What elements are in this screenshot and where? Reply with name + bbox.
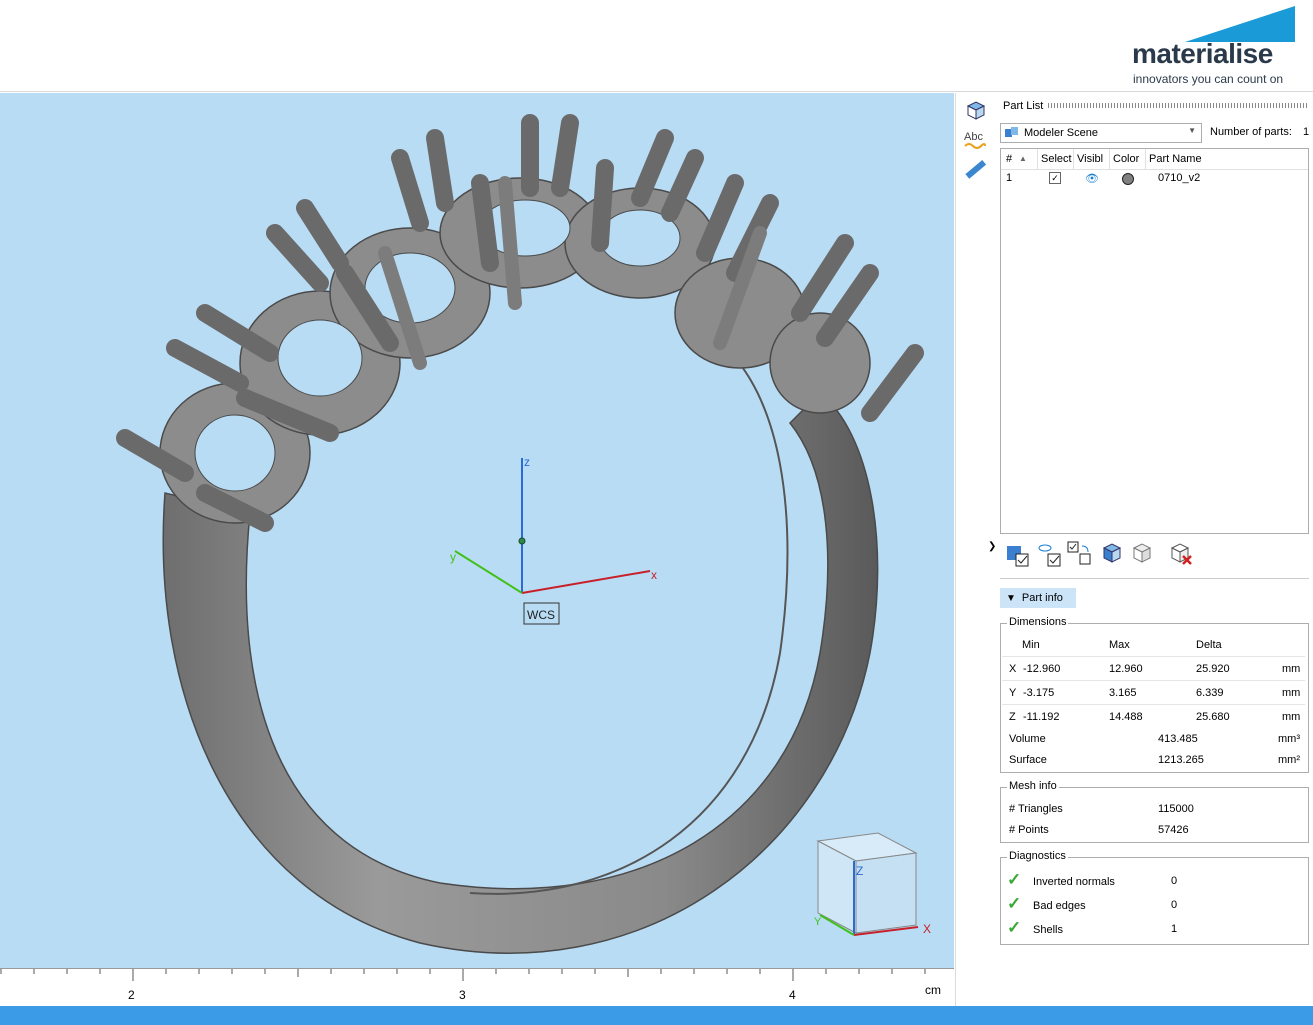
inverted-normals-value: 0 [1171,875,1178,887]
check-icon: ✓ [1007,870,1022,889]
row-select-checkbox[interactable]: ✓ [1049,172,1061,184]
measure-ruler-icon[interactable] [961,157,989,183]
col-select[interactable]: Select [1041,153,1073,165]
bad-edges-value: 0 [1171,899,1178,911]
ring-model[interactable]: z x y WCS Z X Y [0,93,954,968]
triangles-value: 115000 [1158,803,1194,815]
sort-asc-icon: ▲ [1019,154,1027,163]
mesh-info-group: Mesh info # Triangles 115000 # Points 57… [1000,780,1309,843]
dim-row-z: Z -11.192 14.488 25.680 mm [1002,704,1305,726]
x-axis-line [521,570,651,594]
brand-tagline: innovators you can count on [1133,72,1284,86]
surface-unit: mm² [1278,754,1300,766]
row-color-swatch[interactable] [1122,173,1134,185]
cube-z-label: Z [856,864,863,878]
ruler-unit: cm [925,983,941,997]
app-header: materialise innovators you can count on [0,0,1313,92]
eye-icon[interactable]: 👁 [1085,172,1099,185]
z-axis-label: z [524,455,530,469]
y-axis-line [454,550,523,594]
status-bar [0,1006,1313,1025]
col-num[interactable]: # [1006,153,1012,165]
dim-row-x: X -12.960 12.960 25.920 mm [1002,656,1305,678]
delete-part-icon[interactable] [1168,540,1196,568]
wcs-label: WCS [527,608,555,622]
triangle-down-icon: ▼ [1006,592,1016,604]
part-panel: Part List Modeler Scene ▼ Number of part… [996,93,1313,1006]
table-header: # ▲ Select Visibl Color Part Name [1001,149,1308,170]
scale-ruler: 2 3 4 cm [0,968,954,1007]
dim-header-delta: Delta [1196,639,1222,651]
ruler-tick-3: 3 [459,988,466,1002]
shells-value: 1 [1171,923,1178,935]
check-icon: ✓ [1007,894,1022,913]
scene-icon [1005,127,1018,137]
invert-selection-icon[interactable] [1066,540,1094,568]
surface-label: Surface [1009,754,1047,766]
diagnostics-group: Diagnostics ✓ Inverted normals 0 ✓ Bad e… [1000,850,1309,945]
view-cube-icon[interactable] [961,97,989,123]
points-label: # Points [1009,824,1049,836]
number-of-parts-label: Number of parts: [1210,126,1292,138]
part-info-toggle[interactable]: ▼ Part info [1000,588,1076,608]
scene-dropdown[interactable]: Modeler Scene ▼ [1000,123,1202,143]
scene-dropdown-value: Modeler Scene [1024,127,1098,139]
view-toolbar: Abc ❯ [955,93,997,1006]
volume-unit: mm³ [1278,733,1300,745]
view-cube[interactable]: Z X Y [814,832,931,936]
dimensions-group: Dimensions Min Max Delta X -12.960 12.96… [1000,616,1309,773]
show-parts-icon[interactable] [1100,540,1128,568]
part-actions-toolbar [1000,540,1300,570]
visibility-toggle-icon[interactable] [1036,540,1064,568]
y-axis-label: y [450,550,456,564]
triangles-label: # Triangles [1009,803,1063,815]
mesh-info-title: Mesh info [1007,780,1059,792]
check-icon: ✓ [1007,918,1022,937]
x-axis-label: x [651,568,657,582]
number-of-parts-value: 1 [1303,126,1310,138]
row-part-name: 0710_v2 [1158,172,1201,184]
col-visible[interactable]: Visibl [1077,153,1109,165]
dim-header-min: Min [1022,639,1040,651]
text-label-icon[interactable]: Abc [961,127,989,153]
cube-y-label: Y [814,916,822,928]
chevron-down-icon: ▼ [1188,126,1196,135]
cube-x-label: X [923,922,931,936]
surface-value: 1213.265 [1158,754,1204,766]
svg-text:Abc: Abc [964,131,983,143]
dimensions-title: Dimensions [1007,616,1069,628]
materialise-logo-icon [1185,6,1295,42]
bad-edges-label: Bad edges [1033,900,1086,912]
panel-grip[interactable] [1048,103,1308,108]
part-list-table: # ▲ Select Visibl Color Part Name 1 ✓ 👁 … [1000,148,1309,534]
volume-label: Volume [1009,733,1046,745]
shells-label: Shells [1033,924,1063,936]
3d-viewport[interactable]: z x y WCS Z X Y [0,93,954,968]
table-row[interactable]: 1 ✓ 👁 0710_v2 [1001,170,1308,187]
dim-header-max: Max [1109,639,1130,651]
hide-parts-icon[interactable] [1130,540,1158,568]
part-info-label: Part info [1021,592,1063,604]
dim-row-y: Y -3.175 3.165 6.339 mm [1002,680,1305,702]
points-value: 57426 [1158,824,1189,836]
inverted-normals-label: Inverted normals [1033,876,1115,888]
volume-value: 413.485 [1158,733,1198,745]
col-color[interactable]: Color [1113,153,1139,165]
select-all-icon[interactable] [1004,540,1032,568]
ruler-tick-4: 4 [789,988,796,1002]
col-part-name[interactable]: Part Name [1149,153,1202,165]
brand-name: materialise [1132,38,1273,69]
part-list-title: Part List [1003,100,1044,112]
ruler-tick-2: 2 [128,988,135,1002]
row-num: 1 [1006,172,1013,184]
diagnostics-title: Diagnostics [1007,850,1068,862]
